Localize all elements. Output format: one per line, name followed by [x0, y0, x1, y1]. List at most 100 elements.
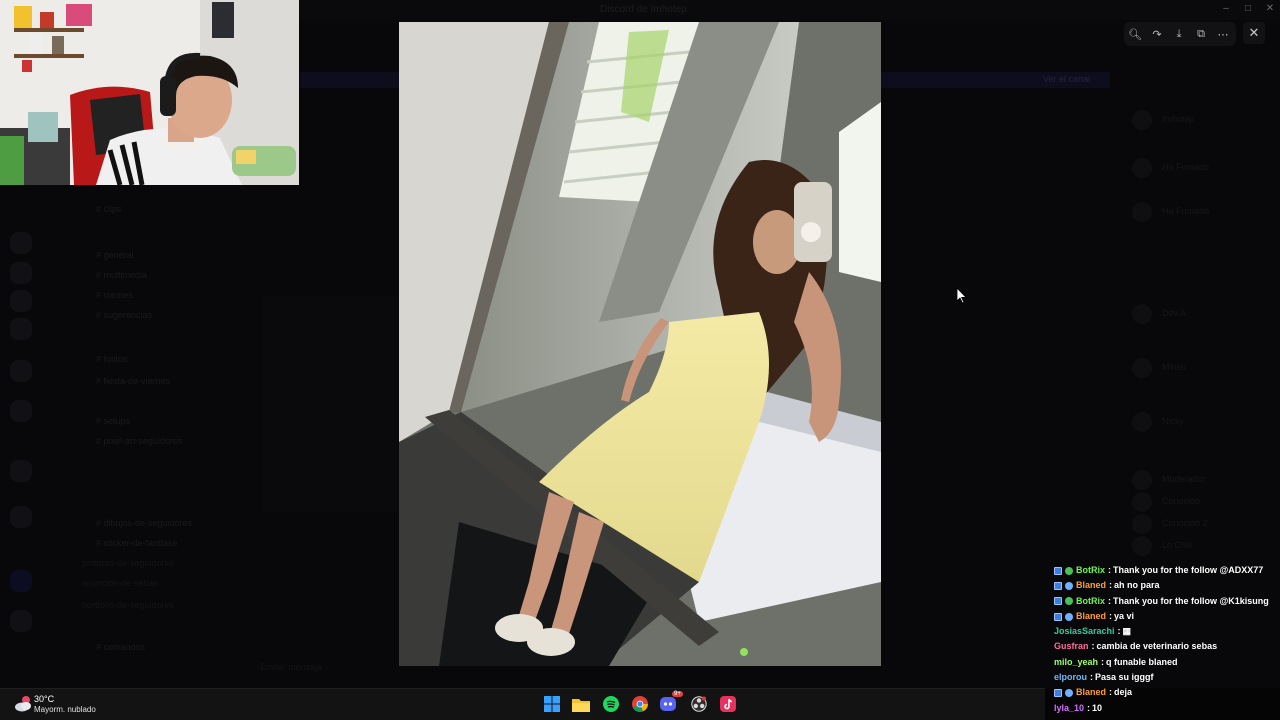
chat-text: deja [1114, 687, 1133, 698]
chat-text: Thank you for the follow @ADXX77 [1113, 565, 1264, 575]
member-name: Imhotep [1162, 114, 1195, 124]
channel-item[interactable]: # multimedia [96, 270, 147, 280]
prime-badge-icon [1054, 689, 1062, 698]
avatar [1132, 110, 1152, 130]
chat-text: cambia de veterinario sebas [1096, 641, 1218, 652]
weather-temperature: 30°C [34, 694, 55, 704]
obs-icon[interactable] [687, 692, 711, 716]
share-icon[interactable]: ↷ [1146, 22, 1168, 46]
viewer-close-button[interactable]: ✕ [1243, 22, 1265, 44]
chat-message: BotRix: Thank you for the follow @K1kisu… [1054, 594, 1280, 609]
chat-message: milo_yeah: q funable blaned [1054, 655, 1280, 670]
tiktok-icon[interactable] [716, 692, 740, 716]
avatar [1132, 536, 1152, 556]
member-name: Nicky [1162, 416, 1184, 426]
channel-item[interactable]: # memes [96, 290, 133, 300]
chat-text: Thank you for the follow @K1kisung [1113, 595, 1269, 606]
channel-item[interactable]: # clips [96, 204, 122, 214]
member-item[interactable]: Conocido 2 [1132, 514, 1272, 536]
taskbar: 30°C Mayorm. nublado 9+ [0, 688, 1045, 720]
chat-message: JosiasSarachi: ▦ [1054, 624, 1280, 639]
chat-username: BotRix [1076, 565, 1105, 575]
windows-start-icon[interactable] [540, 692, 564, 716]
verified-badge-icon [1065, 597, 1073, 606]
open-external-icon[interactable]: ⧉ [1190, 22, 1212, 46]
channel-item[interactable]: # pixel-art-seguidores [96, 436, 183, 446]
server-icon[interactable] [10, 232, 32, 254]
channel-item[interactable]: # fotitos [96, 354, 128, 364]
zoom-icon[interactable]: 🔍︎ [1124, 22, 1146, 46]
channel-item[interactable]: # fiesta-de-viernes [96, 376, 170, 386]
weather-widget[interactable]: 30°C Mayorm. nublado [14, 693, 134, 717]
file-explorer-icon[interactable] [569, 692, 593, 716]
stream-chat-overlay: BotRix: Thank you for the follow @ADXX77… [1054, 563, 1280, 716]
spotify-icon[interactable] [599, 692, 623, 716]
channel-item[interactable]: # general [96, 250, 134, 260]
avatar [1132, 412, 1152, 432]
channel-item[interactable]: pinturas-de-seguidores [82, 558, 174, 568]
member-name: Minsu [1162, 362, 1187, 372]
channel-item[interactable]: # sugerencias [96, 310, 152, 320]
chat-text: ah no para [1114, 580, 1160, 591]
channel-item[interactable]: # sticker-de-fanbase [96, 538, 178, 548]
member-item[interactable]: Dev A [1132, 304, 1272, 326]
channel-item[interactable]: # comandos [96, 642, 145, 652]
member-name: Ha Fumado [1162, 162, 1210, 172]
chat-username: Blaned [1076, 580, 1107, 591]
chrome-icon[interactable] [628, 692, 652, 716]
minimize-button[interactable]: – [1220, 3, 1232, 15]
chat-separator: : [1090, 672, 1093, 683]
discord-icon[interactable]: 9+ [657, 691, 683, 716]
chat-message: lyla_10: 10 [1054, 701, 1280, 716]
member-item[interactable]: Ha Fumado [1132, 202, 1272, 224]
chat-separator: : [1109, 580, 1113, 591]
server-icon[interactable] [10, 610, 32, 632]
chat-separator: : [1091, 641, 1095, 652]
chat-message: Blaned: ya vi [1054, 609, 1280, 624]
chat-separator: : [1117, 626, 1121, 637]
prime-badge-icon [1054, 566, 1062, 575]
chat-username: Gusfran [1054, 641, 1089, 652]
viewer-image[interactable] [399, 22, 881, 666]
channel-item[interactable]: # setups [96, 416, 130, 426]
member-name: Moderador [1162, 474, 1206, 484]
maximize-button[interactable]: □ [1242, 3, 1254, 15]
member-name: Lo Chill [1162, 540, 1193, 550]
mouse-cursor-icon [957, 288, 967, 303]
server-sidebar [0, 186, 36, 686]
chat-message: Gusfran: cambia de veterinario sebas [1054, 639, 1280, 654]
server-icon[interactable] [10, 400, 32, 422]
chat-separator: : [1108, 595, 1111, 606]
server-icon[interactable] [10, 506, 32, 528]
server-icon[interactable] [10, 460, 32, 482]
channel-item[interactable]: anuncios-de-sebas [82, 578, 158, 588]
avatar [1132, 358, 1152, 378]
channel-item[interactable]: portfolio-de-seguidores [82, 600, 174, 610]
channel-item[interactable]: # dibujos-de-seguidores [96, 518, 192, 528]
chat-separator: : [1109, 687, 1113, 698]
message-input-placeholder: Enviar mensaje [260, 662, 323, 672]
member-item[interactable]: Nicky [1132, 412, 1272, 434]
member-item[interactable]: Imhotep [1132, 110, 1272, 132]
chat-message: Blaned: ah no para [1054, 578, 1280, 593]
member-item[interactable]: Minsu [1132, 358, 1272, 380]
member-item[interactable]: Conocido [1132, 492, 1272, 514]
server-icon[interactable] [10, 290, 32, 312]
chat-text: Pasa su igggf [1095, 672, 1154, 683]
avatar [1132, 202, 1152, 222]
member-item[interactable]: Moderador [1132, 470, 1272, 492]
server-icon[interactable] [10, 318, 32, 340]
download-icon[interactable]: ⤓ [1168, 22, 1190, 46]
member-item[interactable]: Lo Chill [1132, 536, 1272, 558]
cloudy-weather-icon [15, 696, 31, 712]
member-name: Conocido 2 [1162, 518, 1208, 528]
member-item[interactable]: Ha Fumado [1132, 158, 1272, 180]
avatar [1132, 158, 1152, 178]
avatar [1132, 470, 1152, 490]
chat-username: JosiasSarachi [1054, 626, 1115, 637]
server-icon[interactable] [10, 570, 32, 592]
more-icon[interactable]: ⋯ [1212, 22, 1234, 46]
server-icon[interactable] [10, 262, 32, 284]
window-close-button[interactable]: ✕ [1264, 3, 1276, 15]
server-icon[interactable] [10, 360, 32, 382]
